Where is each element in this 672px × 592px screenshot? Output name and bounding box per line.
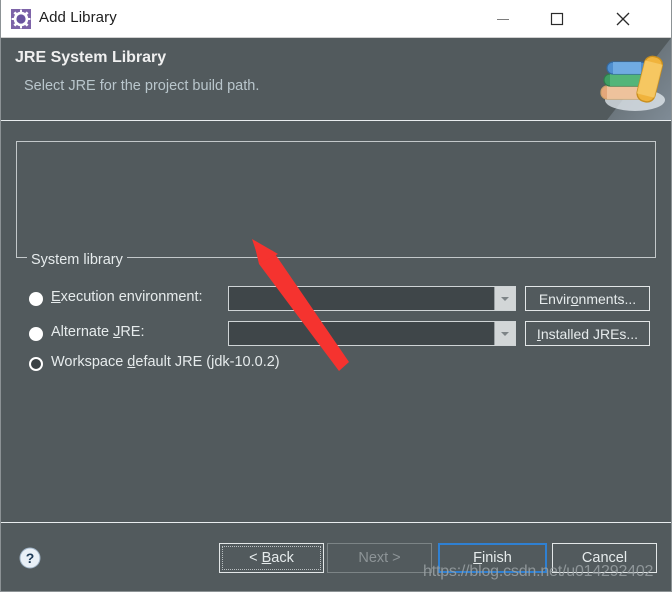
alternate-jre-combo-value[interactable] [229, 322, 494, 345]
option-label-workspace-default-jre: Workspace default JRE (jdk-10.0.2) [51, 354, 280, 370]
close-icon [616, 12, 630, 25]
maximize-button[interactable] [534, 0, 580, 37]
accel-char: J [113, 324, 121, 340]
radio-alternate-jre[interactable] [29, 327, 43, 341]
title-bar: Add Library [1, 0, 671, 38]
installed-jres-button-label: Installed JREs... [536, 325, 639, 342]
alternate-jre-combo[interactable] [228, 321, 516, 346]
page-title: JRE System Library [15, 49, 167, 66]
watermark: https://blog.csdn.net/u014292402 [423, 563, 654, 580]
back-button[interactable]: < Back [219, 543, 324, 573]
next-button: Next > [327, 543, 432, 573]
execution-environment-combo[interactable] [228, 286, 516, 311]
dialog-header: JRE System Library Select JRE for the pr… [1, 38, 671, 120]
system-library-legend: System library [27, 252, 127, 268]
close-button[interactable] [600, 0, 646, 37]
radio-workspace-default-jre[interactable] [29, 357, 43, 371]
page-subtitle: Select JRE for the project build path. [24, 78, 260, 94]
minimize-button[interactable] [480, 0, 526, 37]
add-library-dialog: Add Library JRE System Library Select JR… [0, 0, 672, 592]
chevron-down-icon[interactable] [494, 322, 515, 345]
accel-char: d [127, 354, 136, 370]
accel-char: E [51, 289, 61, 305]
installed-jres-button[interactable]: Installed JREs... [525, 321, 650, 346]
option-label-execution-environment: Execution environment: [51, 289, 203, 305]
help-glyph: ? [26, 550, 35, 566]
window-title: Add Library [39, 9, 117, 26]
minimize-icon [497, 18, 509, 20]
option-label-alternate-jre: Alternate JRE: [51, 324, 145, 340]
help-button[interactable]: ? [19, 547, 41, 569]
execution-environment-combo-value[interactable] [229, 287, 494, 310]
eclipse-gear-icon [11, 9, 31, 29]
next-button-label: Next > [358, 550, 401, 566]
maximize-icon [550, 12, 564, 25]
dialog-body: System library Execution environment: En… [1, 121, 671, 522]
chevron-down-icon[interactable] [494, 287, 515, 310]
environments-button-label: Environments... [538, 290, 637, 307]
radio-execution-environment[interactable] [29, 292, 43, 306]
books-stack-icon [585, 38, 671, 120]
back-button-label: < Back [249, 550, 294, 566]
system-library-group [16, 141, 656, 258]
environments-button[interactable]: Environments... [525, 286, 650, 311]
